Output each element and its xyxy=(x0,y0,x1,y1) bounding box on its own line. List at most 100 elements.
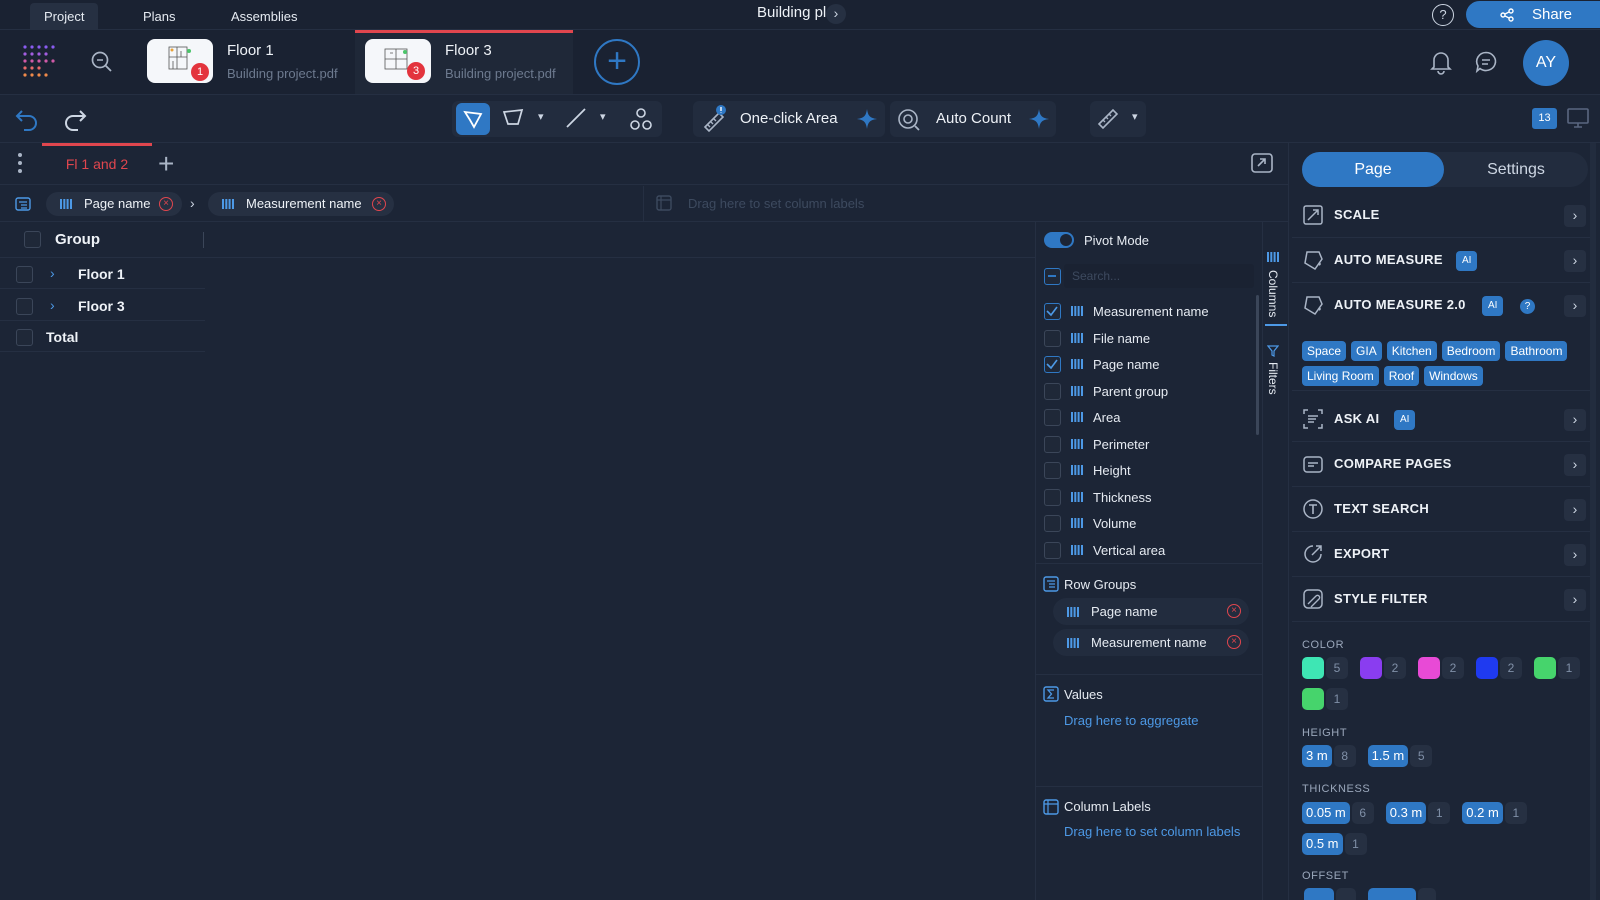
column-checkbox[interactable] xyxy=(1044,356,1061,373)
doc-tab-floor-3[interactable]: 3 Floor 3 Building project.pdf xyxy=(355,30,573,94)
scale-item[interactable]: SCALE › xyxy=(1292,193,1590,238)
count-tool-icon[interactable] xyxy=(628,106,654,132)
table-row[interactable]: › Floor 1 xyxy=(0,258,205,289)
ask-ai-item[interactable]: ASK AI AI › xyxy=(1292,397,1590,442)
row-group-chip-page-name[interactable]: Page name × xyxy=(46,192,182,216)
height-filter-chip[interactable]: 3 m8 xyxy=(1302,745,1356,767)
style-filter-item[interactable]: STYLE FILTER › xyxy=(1292,577,1590,622)
thickness-filter-chip[interactable]: 0.05 m6 xyxy=(1302,802,1374,824)
drag-handle-icon[interactable] xyxy=(1071,544,1083,555)
compare-pages-item[interactable]: COMPARE PAGES › xyxy=(1292,442,1590,487)
column-item[interactable]: File name xyxy=(1043,325,1258,352)
apps-grid-icon[interactable] xyxy=(22,44,56,78)
chevron-right-icon[interactable]: › xyxy=(1564,454,1586,476)
remove-icon[interactable]: × xyxy=(1227,604,1241,618)
shape-tool-icon[interactable] xyxy=(502,106,526,130)
room-tag[interactable]: GIA xyxy=(1351,341,1382,361)
remove-icon[interactable]: × xyxy=(1227,635,1241,649)
room-tag[interactable]: Windows xyxy=(1424,366,1483,386)
column-item[interactable]: Area xyxy=(1043,404,1258,431)
thickness-filter-chip[interactable]: 0.5 m1 xyxy=(1302,833,1367,855)
chevron-down-icon[interactable]: ▾ xyxy=(600,110,606,123)
chevron-right-icon[interactable]: › xyxy=(1564,295,1586,317)
drag-handle-icon[interactable] xyxy=(1071,412,1083,422)
color-filter-chip[interactable]: 2 xyxy=(1418,657,1464,679)
drag-handle-icon[interactable] xyxy=(1071,306,1083,316)
undo-icon[interactable] xyxy=(14,107,40,131)
column-item[interactable]: Volume xyxy=(1043,510,1258,537)
title-chevron-icon[interactable]: › xyxy=(826,4,846,24)
auto-measure-item[interactable]: AUTO MEASURE AI › xyxy=(1292,238,1590,283)
scrollbar[interactable] xyxy=(1256,295,1259,435)
row-group-item-measurement-name[interactable]: Measurement name × xyxy=(1053,629,1249,656)
column-item[interactable]: Page name xyxy=(1043,351,1258,378)
column-search-input[interactable]: Search... xyxy=(1064,264,1254,288)
chevron-down-icon[interactable]: ▾ xyxy=(1132,110,1138,123)
page-count-badge[interactable]: 13 xyxy=(1532,108,1557,129)
row-group-chip-measurement-name[interactable]: Measurement name × xyxy=(208,192,394,216)
expand-chevron-icon[interactable]: › xyxy=(50,265,55,281)
room-tag[interactable]: Space xyxy=(1302,341,1347,361)
add-sheet-icon[interactable]: + xyxy=(158,148,174,180)
group-column-header[interactable]: Group xyxy=(55,231,100,248)
avatar[interactable]: AY xyxy=(1523,40,1569,86)
redo-icon[interactable] xyxy=(62,107,88,131)
column-labels-drop-zone[interactable]: Drag here to set column labels xyxy=(688,196,864,211)
text-search-item[interactable]: TEXT SEARCH › xyxy=(1292,487,1590,532)
select-all-checkbox[interactable] xyxy=(24,231,41,248)
monitor-icon[interactable] xyxy=(1566,107,1590,129)
search-zoom-icon[interactable] xyxy=(90,50,114,74)
chevron-right-icon[interactable]: › xyxy=(1564,250,1586,272)
column-checkbox[interactable] xyxy=(1044,382,1061,400)
kebab-menu-icon[interactable] xyxy=(17,152,23,174)
color-filter-chip[interactable]: 5 xyxy=(1302,657,1348,679)
column-item[interactable]: Parent group xyxy=(1043,378,1258,405)
offset-chip[interactable] xyxy=(1368,888,1416,900)
column-resize-handle[interactable] xyxy=(203,232,204,248)
bell-icon[interactable] xyxy=(1428,49,1454,75)
room-tag[interactable]: Kitchen xyxy=(1386,341,1437,361)
drag-handle-icon[interactable] xyxy=(1071,491,1083,502)
chevron-right-icon[interactable]: › xyxy=(1564,589,1586,611)
color-filter-chip[interactable]: 1 xyxy=(1302,688,1348,710)
tab-settings[interactable]: Settings xyxy=(1444,152,1588,187)
room-tag[interactable]: Living Room xyxy=(1302,366,1379,386)
color-filter-chip[interactable]: 1 xyxy=(1534,657,1580,679)
drag-handle-icon[interactable] xyxy=(1071,359,1083,369)
values-drop-zone[interactable]: Drag here to aggregate xyxy=(1064,713,1198,728)
popout-icon[interactable] xyxy=(1250,152,1274,174)
chat-icon[interactable] xyxy=(1474,50,1498,74)
area-tool-button[interactable] xyxy=(456,103,490,135)
column-checkbox[interactable] xyxy=(1044,462,1061,479)
column-item[interactable]: Measurement name xyxy=(1043,298,1258,325)
help-icon[interactable]: ? xyxy=(1432,4,1454,26)
auto-measure-2-item[interactable]: AUTO MEASURE 2.0 AI ? › Space GIA Kitchen B… xyxy=(1292,283,1590,391)
column-checkbox[interactable] xyxy=(1044,488,1061,506)
table-row[interactable]: › Floor 3 xyxy=(0,290,205,321)
row-checkbox[interactable] xyxy=(16,298,33,315)
room-tag[interactable]: Roof xyxy=(1383,366,1420,386)
column-item[interactable]: Thickness xyxy=(1043,484,1258,511)
thickness-filter-chip[interactable]: 0.2 m1 xyxy=(1462,802,1527,824)
thickness-filter-chip[interactable]: 0.3 m1 xyxy=(1385,802,1451,824)
height-filter-chip[interactable]: 1.5 m5 xyxy=(1367,745,1433,767)
info-icon[interactable]: ? xyxy=(1520,299,1535,314)
toggle-all-columns-checkbox[interactable] xyxy=(1044,268,1061,285)
chevron-down-icon[interactable]: ▾ xyxy=(538,110,544,123)
drag-handle-icon[interactable] xyxy=(1071,465,1083,475)
chevron-right-icon[interactable]: › xyxy=(1564,499,1586,521)
tab-page[interactable]: Page xyxy=(1302,152,1444,187)
column-labels-drop-zone[interactable]: Drag here to set column labels xyxy=(1064,824,1240,839)
column-checkbox[interactable] xyxy=(1044,515,1061,532)
remove-icon[interactable]: × xyxy=(372,197,386,211)
line-tool-icon[interactable] xyxy=(564,106,588,130)
pivot-mode-toggle[interactable] xyxy=(1044,232,1074,248)
drag-handle-icon[interactable] xyxy=(1071,385,1083,396)
room-tag[interactable]: Bathroom xyxy=(1505,341,1568,361)
sheet-tab-fl-1-and-2[interactable]: Fl 1 and 2 xyxy=(42,143,152,185)
remove-icon[interactable]: × xyxy=(159,197,173,211)
column-item[interactable]: Vertical area xyxy=(1043,537,1258,564)
column-checkbox[interactable] xyxy=(1044,409,1061,426)
columns-side-tab[interactable]: Columns xyxy=(1266,270,1280,317)
column-checkbox[interactable] xyxy=(1044,329,1061,347)
